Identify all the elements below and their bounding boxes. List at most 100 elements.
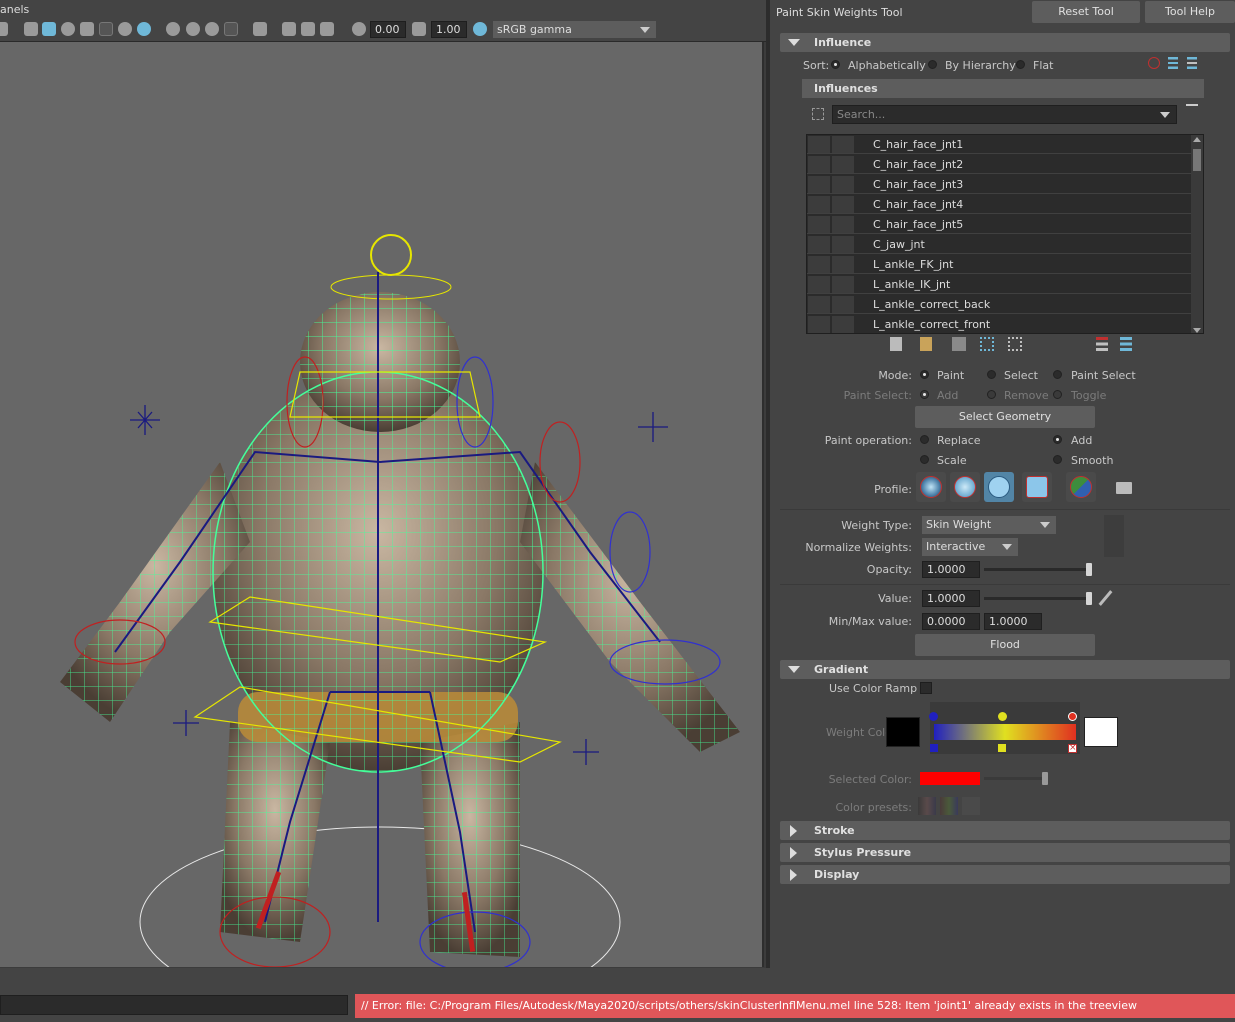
xray-joints-icon[interactable]: [282, 22, 296, 36]
profile-square-button[interactable]: [1022, 472, 1052, 502]
wireframe-cube-icon[interactable]: [24, 22, 38, 36]
weight-color-min-swatch[interactable]: [886, 717, 920, 747]
lock-icon[interactable]: [808, 196, 830, 213]
remove-influence-icon[interactable]: [1096, 337, 1108, 351]
profile-solid-button[interactable]: [984, 472, 1014, 502]
value-slider-handle[interactable]: [1086, 592, 1092, 605]
sort-flat-radio[interactable]: [1016, 60, 1025, 69]
display-section-header[interactable]: Display: [780, 865, 1230, 884]
influence-search-input[interactable]: Search...: [832, 105, 1177, 124]
eyedropper-icon[interactable]: [1098, 590, 1113, 606]
lock-icon[interactable]: [808, 236, 830, 253]
weight-color-max-swatch[interactable]: [1084, 717, 1118, 747]
ao-icon[interactable]: [166, 22, 180, 36]
sort-alpha-radio[interactable]: [831, 60, 840, 69]
use-color-ramp-checkbox[interactable]: [920, 682, 932, 694]
ramp-handle-start[interactable]: [930, 744, 938, 752]
sort-hierarchy-radio[interactable]: [928, 60, 937, 69]
color-mgmt-icon[interactable]: [473, 22, 487, 36]
lock-icon[interactable]: [808, 216, 830, 233]
gamma-field[interactable]: 1.00: [431, 21, 467, 38]
opacity-field[interactable]: 1.0000: [922, 561, 980, 578]
max-value-field[interactable]: 1.0000: [984, 613, 1042, 630]
reset-sort-icon[interactable]: [1148, 57, 1160, 69]
color-preset-1[interactable]: [918, 797, 936, 815]
paint-select-remove-radio[interactable]: [987, 390, 996, 399]
lock-icon[interactable]: [808, 136, 830, 153]
weight-color-ramp[interactable]: ×: [929, 702, 1080, 754]
visibility-icon[interactable]: [832, 236, 854, 253]
visibility-icon[interactable]: [832, 176, 854, 193]
tree-view-icon[interactable]: [1187, 57, 1197, 69]
visibility-icon[interactable]: [832, 136, 854, 153]
lock-icon[interactable]: [808, 276, 830, 293]
tool-help-button[interactable]: Tool Help: [1145, 1, 1235, 23]
paint-select-add-radio[interactable]: [920, 390, 929, 399]
motion-blur-icon[interactable]: [186, 22, 200, 36]
mode-paint-select-radio[interactable]: [1053, 370, 1062, 379]
xray-icon[interactable]: [99, 22, 113, 36]
ramp-key-end[interactable]: [1068, 712, 1077, 721]
lock-icon[interactable]: [808, 296, 830, 313]
gradient-section-header[interactable]: Gradient: [780, 660, 1230, 679]
profile-soft-button[interactable]: [950, 472, 980, 502]
flood-button[interactable]: Flood: [915, 634, 1095, 656]
isolate-icon[interactable]: [253, 22, 267, 36]
lock-icon[interactable]: [808, 176, 830, 193]
color-preset-3[interactable]: [962, 797, 980, 815]
light-icon[interactable]: [118, 22, 132, 36]
visibility-icon[interactable]: [832, 156, 854, 173]
visibility-icon[interactable]: [832, 276, 854, 293]
selected-color-swatch[interactable]: [920, 772, 980, 785]
paste-weights-icon[interactable]: [920, 337, 932, 351]
reset-tool-button[interactable]: Reset Tool: [1032, 1, 1140, 23]
profile-gaussian-button[interactable]: [916, 472, 946, 502]
mode-paint-radio[interactable]: [920, 370, 929, 379]
op-replace-radio[interactable]: [920, 435, 929, 444]
opacity-slider[interactable]: [984, 563, 1092, 576]
op-add-radio[interactable]: [1053, 435, 1062, 444]
sphere-icon[interactable]: [61, 22, 75, 36]
list-item[interactable]: C_jaw_jnt: [807, 235, 1193, 254]
list-item[interactable]: C_hair_face_jnt4: [807, 195, 1193, 214]
ramp-key-start[interactable]: [929, 712, 938, 721]
weight-hammer-icon[interactable]: [952, 337, 966, 351]
scroll-up-icon[interactable]: [1193, 137, 1201, 142]
profile-image-button[interactable]: [1066, 472, 1096, 502]
mode-select-radio[interactable]: [987, 370, 996, 379]
normalize-weights-dropdown[interactable]: Interactive: [922, 538, 1018, 556]
visibility-icon[interactable]: [832, 256, 854, 273]
ramp-handle-mid[interactable]: [998, 744, 1006, 752]
value-slider[interactable]: [984, 592, 1092, 605]
list-item[interactable]: L_ankle_correct_back: [807, 295, 1193, 314]
pin-icon[interactable]: [1186, 104, 1198, 110]
aa-icon[interactable]: [205, 22, 219, 36]
lock-icon[interactable]: [808, 316, 830, 333]
opacity-slider-handle[interactable]: [1086, 563, 1092, 576]
op-smooth-radio[interactable]: [1053, 455, 1062, 464]
selected-color-slider[interactable]: [984, 772, 1048, 785]
exposure-icon[interactable]: [352, 22, 366, 36]
selected-color-slider-handle[interactable]: [1042, 772, 1048, 785]
scroll-thumb[interactable]: [1193, 149, 1201, 171]
shaded-cube-icon[interactable]: [42, 22, 56, 36]
prune-weights-icon[interactable]: [1008, 337, 1022, 351]
mirror-weights-icon[interactable]: [980, 337, 994, 351]
influence-section-header[interactable]: Influence: [780, 33, 1230, 52]
color-preset-2[interactable]: [940, 797, 958, 815]
color-space-select[interactable]: sRGB gamma: [493, 21, 656, 38]
influence-list[interactable]: C_hair_face_jnt1 C_hair_face_jnt2 C_hair…: [806, 134, 1204, 334]
ramp-key-mid[interactable]: [998, 712, 1007, 721]
list-item[interactable]: L_ankle_IK_jnt: [807, 275, 1193, 294]
panels-menu[interactable]: anels: [0, 3, 29, 16]
list-item[interactable]: L_ankle_FK_jnt: [807, 255, 1193, 274]
paint-select-toggle-radio[interactable]: [1053, 390, 1062, 399]
list-item[interactable]: C_hair_face_jnt2: [807, 155, 1193, 174]
select-geometry-button[interactable]: Select Geometry: [915, 406, 1095, 428]
stroke-section-header[interactable]: Stroke: [780, 821, 1230, 840]
weight-type-dropdown[interactable]: Skin Weight: [922, 516, 1056, 534]
add-influence-icon[interactable]: [1120, 337, 1132, 351]
visibility-icon[interactable]: [832, 216, 854, 233]
visibility-icon[interactable]: [832, 196, 854, 213]
visibility-icon[interactable]: [832, 296, 854, 313]
